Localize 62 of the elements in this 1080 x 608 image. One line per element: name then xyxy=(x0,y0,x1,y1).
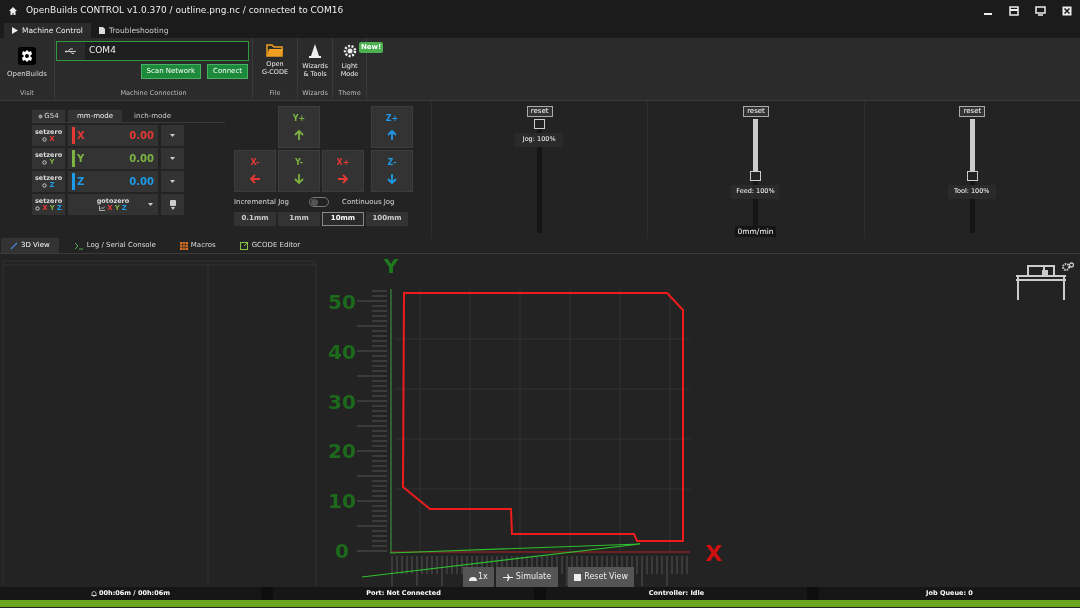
cog-icon xyxy=(42,159,48,165)
caret-icon xyxy=(170,134,175,137)
cog-icon xyxy=(38,113,44,119)
cog-icon xyxy=(42,182,48,188)
y-tick-label: 40 xyxy=(328,339,356,364)
position-readout: Y 0.00 xyxy=(68,148,158,169)
probe-icon xyxy=(169,199,176,210)
settings-icon[interactable] xyxy=(1062,262,1074,272)
arrow-icon xyxy=(293,173,305,185)
position-readout: Z 0.00 xyxy=(68,171,158,192)
y-axis-label: Y xyxy=(383,254,399,278)
y-tick-label: 10 xyxy=(328,489,356,514)
arrow-icon xyxy=(386,173,398,185)
cog-icon xyxy=(35,205,41,211)
position-readout: X 0.00 xyxy=(68,125,158,146)
simulate-button[interactable]: Simulate xyxy=(495,567,559,587)
slider-thumb[interactable] xyxy=(750,171,762,181)
probe-button[interactable] xyxy=(161,194,184,215)
home-icon xyxy=(8,6,18,16)
bell-icon xyxy=(90,590,97,597)
jog-button[interactable]: Z- xyxy=(371,150,413,192)
caret-icon xyxy=(148,203,153,206)
jog-mode-toggle[interactable] xyxy=(309,197,329,208)
arrow-icon xyxy=(293,129,305,141)
x-axis-label: X xyxy=(705,541,723,566)
arrow-icon xyxy=(337,173,349,185)
monitor-icon[interactable] xyxy=(1035,6,1046,16)
machine-icon[interactable] xyxy=(1014,262,1068,302)
restore-icon[interactable] xyxy=(1009,6,1019,16)
speed-button[interactable]: 1x xyxy=(463,567,494,587)
caret-icon xyxy=(170,157,175,160)
jog-button[interactable]: Y- xyxy=(278,150,320,192)
grid-icon xyxy=(179,241,188,250)
y-tick-label: 0 xyxy=(335,539,349,563)
y-tick-label: 30 xyxy=(328,389,356,414)
folder-icon xyxy=(266,43,284,57)
wizard-hat-icon xyxy=(307,43,323,59)
square-icon xyxy=(574,573,582,581)
y-tick-label: 20 xyxy=(328,439,356,464)
plane-icon xyxy=(502,573,513,581)
window-title: OpenBuilds CONTROL v1.0.370 / outline.png.nc / connected to COM16 xyxy=(26,4,345,18)
jog-button[interactable]: Y+ xyxy=(278,106,320,148)
caret-icon xyxy=(170,180,175,183)
arrow-icon xyxy=(249,173,261,185)
logo-icon xyxy=(18,47,36,66)
edit-icon xyxy=(239,241,249,250)
y-tick-label: 50 xyxy=(328,290,356,314)
terminal-icon xyxy=(73,241,84,250)
cog-icon xyxy=(42,136,48,142)
port-field[interactable]: COM4 xyxy=(56,41,249,61)
slider-thumb[interactable] xyxy=(966,171,978,181)
play-icon xyxy=(12,27,18,34)
usb-icon xyxy=(65,47,77,55)
jog-button[interactable]: Z+ xyxy=(371,106,413,148)
gear-icon xyxy=(341,43,358,59)
cube-icon xyxy=(10,241,18,250)
document-icon xyxy=(98,27,105,34)
reset-view-button[interactable]: Reset View xyxy=(568,567,635,587)
chart-icon xyxy=(99,205,106,211)
arrow-icon xyxy=(386,129,398,141)
close-icon[interactable] xyxy=(1062,6,1072,16)
slider-thumb[interactable] xyxy=(534,119,546,129)
